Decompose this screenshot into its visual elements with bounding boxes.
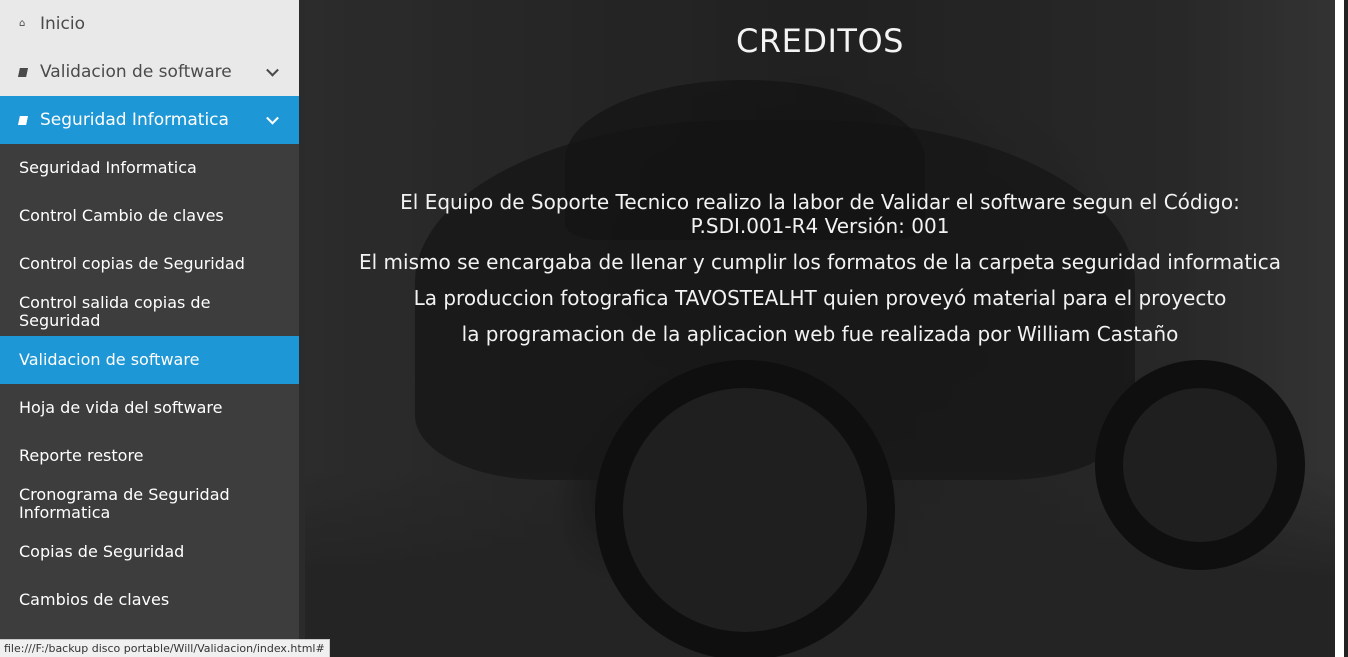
nav-item-validacion-de-software[interactable]: Validacion de software: [0, 48, 299, 96]
home-icon: ⌂: [19, 18, 26, 29]
chevron-down-icon[interactable]: [266, 111, 279, 125]
status-bar-url: file:///F:/backup disco portable/Will/Va…: [0, 639, 330, 657]
page-title: CREDITOS: [736, 22, 904, 60]
sidebar-item-control-cambio-de-claves[interactable]: Control Cambio de claves: [0, 192, 299, 240]
main-content: CREDITOS El Equipo de Soporte Tecnico re…: [305, 0, 1335, 657]
chevron-down-icon[interactable]: [266, 63, 279, 77]
book-icon: [18, 115, 28, 125]
credit-line: La produccion fotografica TAVOSTEALHT qu…: [413, 286, 1227, 310]
nav-item-inicio[interactable]: ⌂ Inicio: [0, 0, 299, 48]
sidebar-item-control-copias-de-seguridad[interactable]: Control copias de Seguridad: [0, 240, 299, 288]
sidebar-item-reporte-restore[interactable]: Reporte restore: [0, 432, 299, 480]
nav-item-label: Validacion de software: [40, 62, 232, 82]
nav-item-label: Seguridad Informatica: [40, 110, 229, 130]
sidebar-item-seguridad-informatica[interactable]: Seguridad Informatica: [0, 144, 299, 192]
sidebar: ⌂ Inicio Validacion de software Segurida…: [0, 0, 299, 657]
sidebar-item-cambios-de-claves[interactable]: Cambios de claves: [0, 576, 299, 624]
book-icon: [18, 67, 28, 77]
sidebar-item-control-salida-copias[interactable]: Control salida copias de Seguridad: [0, 288, 299, 336]
sidebar-item-cronograma[interactable]: Cronograma de Seguridad Informatica: [0, 480, 299, 528]
credit-line: la programacion de la aplicacion web fue…: [461, 322, 1179, 346]
nav-item-label: Inicio: [40, 14, 85, 34]
nav-item-seguridad-informatica[interactable]: Seguridad Informatica: [0, 96, 299, 144]
scrollbar[interactable]: [1335, 0, 1348, 657]
sidebar-item-validacion-de-software[interactable]: Validacion de software: [0, 336, 299, 384]
sidebar-item-hoja-de-vida[interactable]: Hoja de vida del software: [0, 384, 299, 432]
credit-line: El Equipo de Soporte Tecnico realizo la …: [400, 190, 1240, 238]
sidebar-item-copias-de-seguridad[interactable]: Copias de Seguridad: [0, 528, 299, 576]
credit-line: El mismo se encargaba de llenar y cumpli…: [359, 250, 1281, 274]
credits-text: El Equipo de Soporte Tecnico realizo la …: [355, 190, 1285, 358]
